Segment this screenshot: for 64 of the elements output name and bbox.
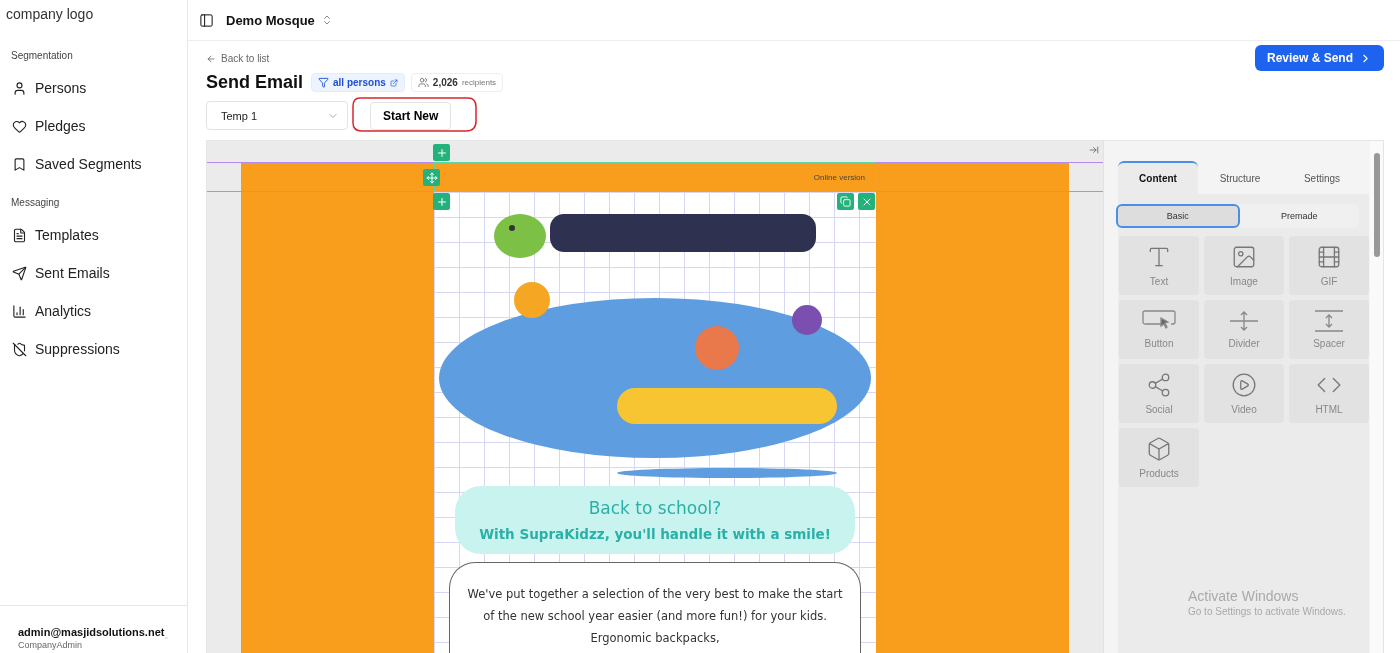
arrow-left-icon bbox=[206, 53, 216, 64]
headline-title: Back to school? bbox=[587, 498, 723, 518]
nav-item[interactable]: Sent Emails bbox=[0, 254, 187, 292]
start-new-button[interactable]: Start New bbox=[370, 101, 452, 130]
film-icon bbox=[1316, 244, 1342, 270]
filter-icon bbox=[318, 77, 330, 88]
block-category-tab[interactable]: Premade bbox=[1239, 204, 1359, 228]
move-handle[interactable] bbox=[423, 169, 440, 186]
segment-link[interactable]: all persons bbox=[311, 73, 405, 92]
workspace-name[interactable]: Demo Mosque bbox=[226, 12, 315, 28]
user-role: CompanyAdmin bbox=[18, 640, 84, 650]
share-icon bbox=[1146, 372, 1172, 398]
nav-item[interactable]: Persons bbox=[0, 69, 187, 107]
chart-icon bbox=[12, 303, 27, 319]
divider-icon bbox=[1229, 310, 1259, 332]
spacer-icon bbox=[1314, 310, 1344, 332]
section-title: Messaging bbox=[10, 196, 61, 210]
heart-icon bbox=[12, 118, 27, 134]
activation-subtitle: Go to Settings to activate Windows. bbox=[1188, 606, 1346, 617]
template-select[interactable]: Temp 1 bbox=[206, 101, 348, 130]
online-version-link[interactable]: Online version bbox=[813, 172, 865, 182]
scrollbar[interactable] bbox=[1370, 141, 1383, 653]
shield-icon bbox=[12, 341, 27, 357]
recipients-label: recipients bbox=[461, 78, 497, 87]
delete-button[interactable] bbox=[858, 193, 875, 210]
recipients-badge[interactable]: 2,026 recipients bbox=[410, 73, 504, 92]
send-icon bbox=[12, 265, 27, 281]
file-icon bbox=[12, 227, 27, 243]
block-category-tab[interactable]: Basic bbox=[1116, 204, 1240, 228]
activation-title: Activate Windows bbox=[1188, 588, 1300, 604]
play-icon bbox=[1231, 372, 1257, 398]
sidebar-toggle-icon[interactable] bbox=[199, 12, 214, 28]
review-send-button[interactable]: Review & Send bbox=[1254, 45, 1384, 71]
page-title: Send Email bbox=[206, 72, 304, 93]
logo-alt-text: company logo bbox=[5, 5, 95, 24]
person-icon bbox=[12, 80, 27, 96]
user-menu[interactable]: admin@masjidsolutions.net CompanyAdmin bbox=[0, 605, 187, 653]
panel-tab[interactable]: Settings bbox=[1282, 161, 1362, 194]
collapse-panel-icon[interactable] bbox=[1089, 145, 1099, 155]
image-icon bbox=[1231, 244, 1257, 270]
add-row-button[interactable] bbox=[433, 193, 450, 210]
nav-item[interactable]: Analytics bbox=[0, 292, 187, 330]
headline-subtitle: With SupraKidzz, you'll handle it with a smile! bbox=[478, 526, 832, 542]
nav-item[interactable]: Pledges bbox=[0, 107, 187, 145]
plus-icon bbox=[435, 195, 448, 208]
nav-item[interactable]: Suppressions bbox=[0, 330, 187, 368]
move-icon bbox=[425, 171, 438, 184]
add-row-button[interactable] bbox=[433, 144, 450, 161]
cube-icon bbox=[1146, 436, 1172, 462]
duplicate-button[interactable] bbox=[837, 193, 854, 210]
plus-icon bbox=[435, 146, 448, 159]
panel-tab[interactable]: Structure bbox=[1200, 161, 1280, 194]
bookmark-icon bbox=[12, 156, 27, 172]
external-link-icon bbox=[389, 78, 398, 87]
scrollbar-thumb[interactable] bbox=[1374, 153, 1380, 257]
user-email: admin@masjidsolutions.net bbox=[18, 626, 165, 638]
panel-tab[interactable]: Content bbox=[1118, 161, 1198, 194]
section-title: Segmentation bbox=[10, 49, 74, 63]
copy-icon bbox=[840, 196, 851, 207]
back-link[interactable]: Back to list bbox=[206, 53, 504, 64]
nav-item[interactable]: Saved Segments bbox=[0, 145, 187, 183]
nav-item[interactable]: Templates bbox=[0, 216, 187, 254]
users-icon bbox=[417, 77, 429, 88]
body-paragraph: We've put together a selection of the very best to make the start of the new school year easier (and more fun!) for your kids. Ergonomic backpacks, bbox=[466, 586, 844, 647]
